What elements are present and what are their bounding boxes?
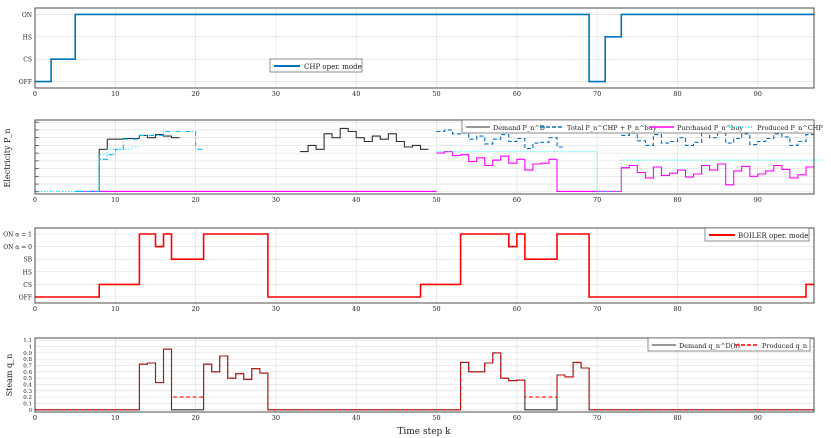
y-tick-label: 0.7 bbox=[23, 364, 32, 370]
x-tick-label: 80 bbox=[673, 305, 681, 313]
y-tick-label: 0 bbox=[29, 408, 33, 414]
x-tick-label: 10 bbox=[111, 90, 119, 98]
y-tick-label: 0.3 bbox=[23, 389, 32, 395]
x-tick-label: 70 bbox=[593, 196, 601, 204]
series-line bbox=[35, 233, 814, 298]
y-tick-label: 0.4 bbox=[23, 382, 32, 388]
x-tick-label: 60 bbox=[513, 305, 521, 313]
legend-label: Demand P_n^D bbox=[493, 124, 545, 132]
x-tick-label: 90 bbox=[754, 305, 762, 313]
panel-boiler: OFF CS HS SB ON α = 0 ON α = 1 0 10 20 30 40 50 60 70… bbox=[3, 227, 815, 313]
y-tick-label: ON bbox=[22, 12, 32, 19]
panel-electricity: 0 10 20 30 40 50 60 70 80 90 Electricity P_n Dema… bbox=[3, 119, 823, 204]
x-tick-label: 70 bbox=[593, 305, 601, 313]
y-tick-label: HS bbox=[23, 269, 32, 276]
series-line bbox=[436, 151, 822, 192]
x-tick-label: 60 bbox=[513, 196, 521, 204]
legend-label: Purchased P_n^buy bbox=[677, 124, 743, 132]
series-line bbox=[91, 134, 180, 192]
y-tick-label: OFF bbox=[19, 295, 32, 302]
series-line bbox=[436, 151, 630, 192]
y-tick-label: 0.6 bbox=[23, 370, 32, 376]
y-tick-label: CS bbox=[23, 282, 32, 289]
legend-label: BOILER oper. mode bbox=[738, 232, 808, 240]
xlabel: Time step k bbox=[397, 427, 451, 437]
x-tick-label: 90 bbox=[754, 196, 762, 204]
y-tick-label: HS bbox=[23, 34, 32, 41]
panel-steam: 00.10.20.30.40.50.60.70.80.911.10 10 20 30 4… bbox=[5, 337, 815, 437]
y-tick-label: 1 bbox=[29, 345, 33, 351]
series-line bbox=[35, 146, 140, 192]
x-tick-label: 30 bbox=[272, 414, 280, 422]
x-tick-label: 40 bbox=[352, 305, 360, 313]
y-tick-label: SB bbox=[23, 257, 32, 264]
y-tick-label: 0.8 bbox=[23, 357, 32, 363]
series-line bbox=[621, 130, 814, 146]
x-tick-label: 20 bbox=[191, 305, 199, 313]
y-tick-label: ON α = 1 bbox=[3, 232, 32, 239]
x-tick-label: 40 bbox=[352, 414, 360, 422]
panel-chp: OFF CS HS ON 0 10 20 30 40 50 60 70 80 90 CHP oper. m… bbox=[19, 7, 815, 98]
series-line bbox=[35, 13, 814, 83]
x-tick-label: 0 bbox=[33, 305, 37, 313]
x-tick-label: 50 bbox=[432, 196, 440, 204]
y-tick-label: 0.9 bbox=[23, 351, 32, 357]
x-tick-label: 10 bbox=[111, 414, 119, 422]
x-tick-label: 60 bbox=[513, 414, 521, 422]
y-tick-label: 0.5 bbox=[23, 376, 32, 382]
x-tick-label: 80 bbox=[673, 90, 681, 98]
x-tick-label: 50 bbox=[432, 305, 440, 313]
legend-label: Total P_n^CHP + P_n^buy bbox=[567, 124, 657, 132]
series-line bbox=[75, 130, 204, 192]
x-tick-label: 50 bbox=[432, 90, 440, 98]
x-tick-label: 70 bbox=[593, 90, 601, 98]
x-tick-label: 90 bbox=[754, 90, 762, 98]
x-tick-label: 50 bbox=[432, 414, 440, 422]
x-tick-label: 80 bbox=[673, 196, 681, 204]
x-tick-label: 40 bbox=[352, 90, 360, 98]
y-tick-label: ON α = 0 bbox=[3, 244, 32, 251]
y-tick-label: 1.1 bbox=[23, 338, 32, 344]
ylabel: Electricity P_n bbox=[3, 128, 12, 187]
legend: Demand q_n^D(h) Produced q_n bbox=[647, 337, 811, 352]
legend-label: CHP oper. mode bbox=[304, 63, 362, 71]
x-tick-label: 80 bbox=[673, 414, 681, 422]
x-tick-label: 10 bbox=[111, 305, 119, 313]
x-tick-label: 60 bbox=[513, 90, 521, 98]
x-tick-label: 20 bbox=[191, 196, 199, 204]
figure: OFFCSHSON0 10 20 30 40 50 60 70 80 90 CHP oper. m… bbox=[3, 7, 823, 437]
legend: CHP oper. mode bbox=[269, 58, 363, 73]
legend-label: Demand q_n^D(h) bbox=[679, 342, 740, 350]
x-tick-label: 20 bbox=[191, 414, 199, 422]
series-line bbox=[35, 348, 814, 411]
legend-label: Produced P_n^CHP bbox=[757, 124, 823, 132]
y-tick-label: OFF bbox=[19, 79, 32, 86]
x-tick-label: 20 bbox=[191, 90, 199, 98]
x-tick-label: 30 bbox=[272, 196, 280, 204]
x-tick-label: 30 bbox=[272, 90, 280, 98]
y-tick-label: 0.2 bbox=[23, 395, 32, 401]
x-tick-label: 90 bbox=[754, 414, 762, 422]
x-tick-label: 30 bbox=[272, 305, 280, 313]
legend-label: Produced q_n bbox=[762, 342, 807, 350]
legend: BOILER oper. mode bbox=[704, 227, 810, 242]
x-tick-label: 10 bbox=[111, 196, 119, 204]
x-tick-label: 0 bbox=[33, 90, 37, 98]
x-tick-label: 70 bbox=[593, 414, 601, 422]
panel-frame bbox=[34, 227, 815, 304]
x-tick-label: 0 bbox=[33, 196, 37, 204]
series-line bbox=[35, 348, 814, 411]
panel-frame bbox=[34, 7, 815, 89]
series-line bbox=[621, 163, 814, 186]
x-tick-label: 40 bbox=[352, 196, 360, 204]
ylabel: Steam q_n bbox=[5, 354, 14, 397]
legend: Demand P_n^D Total P_n^CHP + P_n^buy Pur… bbox=[461, 119, 823, 134]
y-tick-label: CS bbox=[23, 57, 32, 64]
x-tick-label: 0 bbox=[33, 414, 37, 422]
y-tick-label: 0.1 bbox=[23, 401, 32, 407]
series-line bbox=[300, 127, 429, 153]
